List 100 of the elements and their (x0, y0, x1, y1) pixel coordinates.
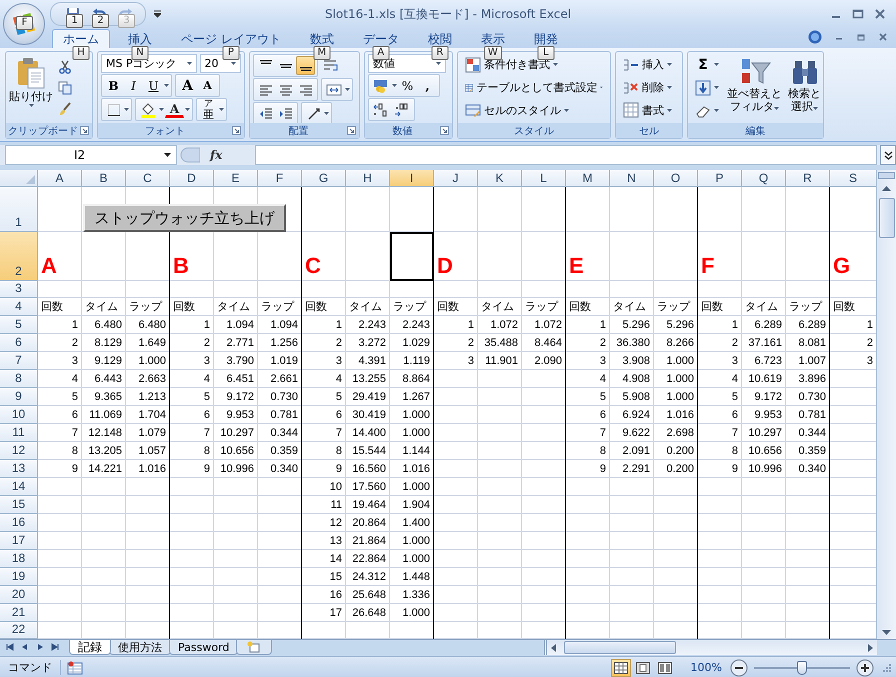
table-cell-text: 1.000 (401, 480, 431, 495)
table-cell-text: 10.656 (747, 444, 783, 459)
keytip-tooltip: 3 (118, 14, 135, 28)
table-cell-text: 1.019 (269, 354, 299, 369)
table-cell-text: 1.072 (489, 318, 519, 333)
table-cell-text: 1.029 (401, 336, 431, 351)
table-cell-text: 9.622 (621, 426, 651, 441)
table-cell-text: 6.480 (93, 318, 123, 333)
table-cell-text: 0.359 (269, 444, 299, 459)
table-cell-text: 21.864 (351, 534, 387, 549)
table-cell-text: 7 (334, 426, 343, 441)
table-cell-text: 6 (598, 408, 607, 423)
table-cell-text: 2.243 (357, 318, 387, 333)
table-cell-text: 8 (202, 444, 211, 459)
section-label: A (40, 252, 58, 280)
table-cell-text: 0.340 (797, 462, 827, 477)
table-cell-text: 0.344 (797, 426, 827, 441)
table-cell-text: 3 (334, 354, 343, 369)
table-cell-text: 2 (466, 336, 475, 351)
column-label: 回数 (172, 300, 196, 315)
table-cell-text: 15 (328, 570, 343, 585)
table-cell-text: 0.730 (797, 390, 827, 405)
table-cell-text: 1 (70, 318, 79, 333)
table-cell-text: 16.560 (351, 462, 387, 477)
table-cell-text: 13.205 (87, 444, 123, 459)
table-cell-text: 5 (70, 390, 79, 405)
table-cell-text: 0.781 (269, 408, 299, 423)
table-cell-text: 1.016 (665, 408, 695, 423)
table-cell-text: 1.000 (401, 606, 431, 621)
table-cell-text: 2.698 (665, 426, 695, 441)
table-cell-text: 9 (70, 462, 79, 477)
table-cell-text: 1.000 (401, 408, 431, 423)
table-cell-text: 8 (598, 444, 607, 459)
table-cell-text: 11.069 (88, 408, 123, 423)
column-label: ラップ (260, 300, 296, 315)
table-cell-text: 2 (70, 336, 79, 351)
table-cell-text: 4 (334, 372, 343, 387)
table-cell-text: 6.289 (797, 318, 827, 333)
column-label: タイム (348, 300, 383, 315)
table-cell-text: 8.864 (401, 372, 431, 387)
table-cell-text: 1.094 (225, 318, 255, 333)
table-cell-text: 2.291 (621, 462, 651, 477)
table-cell-text: 10 (328, 480, 343, 495)
table-cell-text: 3 (466, 354, 475, 369)
table-cell-text: 3.272 (357, 336, 387, 351)
table-cell-text: 0.781 (797, 408, 827, 423)
group-label: クリップボード (7, 124, 79, 138)
column-label: ラップ (524, 300, 560, 315)
table-cell-text: 8.129 (93, 336, 123, 351)
table-cell-text: 1.904 (401, 498, 431, 513)
table-cell-text: 10.656 (219, 444, 255, 459)
table-cell-text: 1.000 (665, 372, 695, 387)
table-cell-text: 2.091 (621, 444, 651, 459)
group-label: スタイル (513, 124, 555, 138)
table-cell-text: 9.172 (225, 390, 255, 405)
table-cell-text: 16 (328, 588, 343, 603)
table-cell-text: 30.419 (351, 408, 387, 423)
column-label: 回数 (832, 300, 856, 315)
table-cell-text: 2 (598, 336, 607, 351)
table-cell-text: 9 (334, 462, 343, 477)
table-cell-text: 1 (866, 318, 874, 333)
keytip-tooltip: R (431, 46, 448, 60)
table-cell-text: 4 (730, 372, 739, 387)
table-cell-text: 3.896 (797, 372, 827, 387)
table-cell-text: 11 (330, 498, 343, 513)
table-cell-text: 12.148 (87, 426, 123, 441)
table-cell-text: 9 (598, 462, 607, 477)
table-cell-text: 4 (70, 372, 79, 387)
table-cell-text: 6 (202, 408, 211, 423)
table-cell-text: 13.255 (351, 372, 387, 387)
table-cell-text: 15.544 (351, 444, 387, 459)
table-cell-text: 5.296 (665, 318, 695, 333)
table-cell-text: 3 (598, 354, 607, 369)
keytip-tooltip: F (16, 16, 33, 30)
table-cell-text: 6.723 (753, 354, 783, 369)
table-cell-text: 5 (598, 390, 607, 405)
table-cell-text: 3.908 (621, 354, 651, 369)
column-label: タイム (84, 300, 119, 315)
table-cell-text: 1.000 (137, 354, 167, 369)
keytip-tooltip: H (72, 46, 90, 60)
table-cell-text: 6 (70, 408, 79, 423)
table-cell-text: 8.081 (797, 336, 827, 351)
column-label: タイム (216, 300, 251, 315)
table-cell-text: 1 (730, 318, 739, 333)
table-cell-text: 6 (730, 408, 739, 423)
table-cell-text: 1.267 (401, 390, 431, 405)
table-cell-text: 7 (598, 426, 607, 441)
table-cell-text: 29.419 (351, 390, 387, 405)
table-cell-text: 2.661 (269, 372, 299, 387)
table-cell-text: 19.464 (351, 498, 387, 513)
table-cell-text: 7 (730, 426, 739, 441)
column-label: 回数 (700, 300, 724, 315)
table-cell-text: 5 (334, 390, 343, 405)
keytip-tooltip: W (484, 46, 502, 60)
column-label: ラップ (128, 300, 164, 315)
table-cell-text: 35.488 (483, 336, 519, 351)
table-cell-text: 9 (730, 462, 739, 477)
table-cell-text: 9.365 (93, 390, 123, 405)
section-label: F (700, 252, 716, 280)
table-cell-text: 6.924 (621, 408, 651, 423)
